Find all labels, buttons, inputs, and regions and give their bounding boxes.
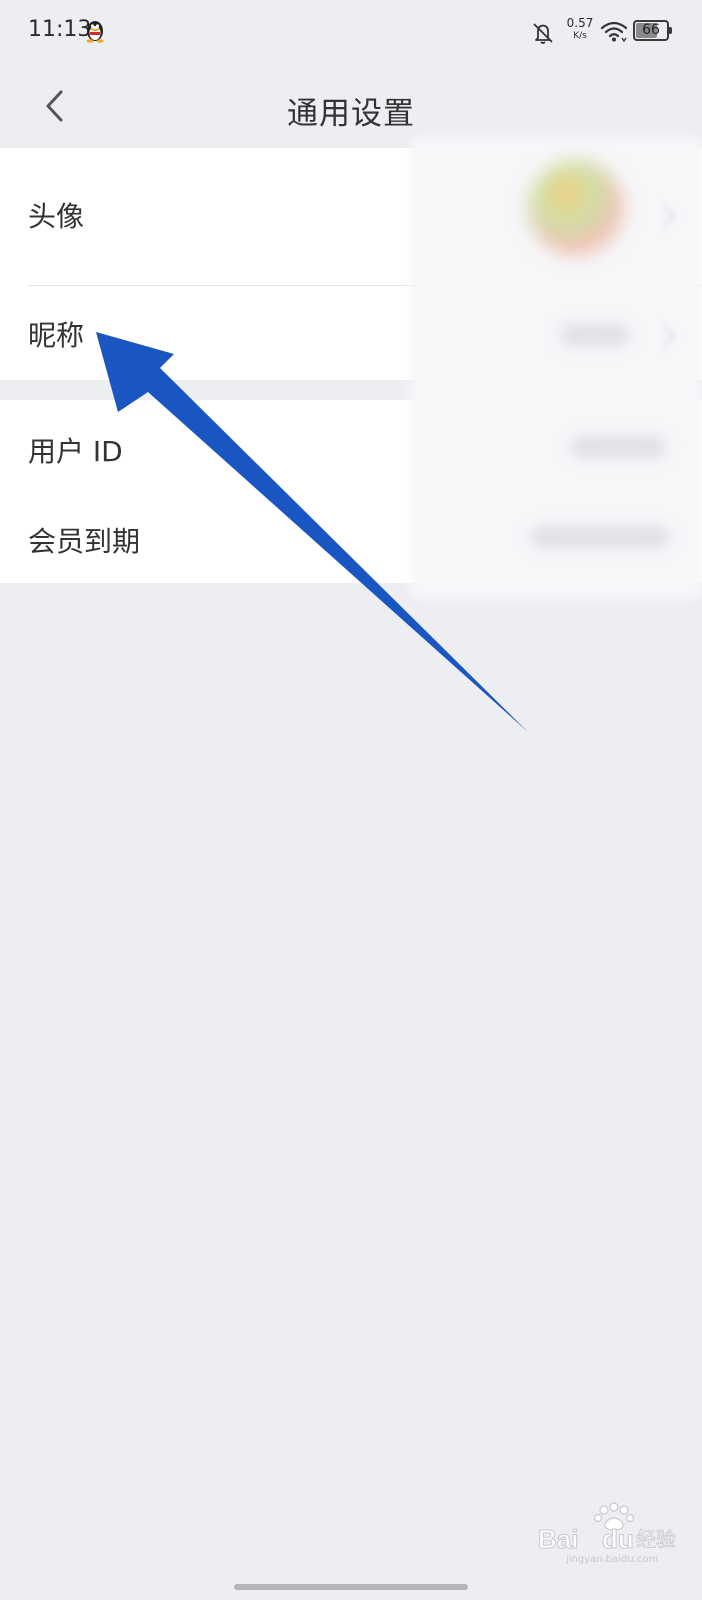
home-indicator[interactable] [234,1584,468,1590]
membership-value [530,526,670,548]
network-speed-unit: K/s [573,31,587,41]
network-speed-value: 0.57 [566,16,594,30]
watermark-url: jingyan.baidu.com [565,1554,658,1565]
network-speed: 0.57 K/s [564,16,596,42]
avatar-image[interactable] [528,160,624,256]
user-id-value [570,436,666,458]
nickname-label: 昵称 [28,319,85,352]
membership-label: 会员到期 [28,525,141,558]
wifi-icon [600,21,628,43]
battery-level: 66 [642,22,660,38]
status-time: 11:13 [28,17,92,42]
watermark-text-2: du [602,1524,634,1554]
user-id-label: 用户 ID [28,435,123,468]
baidu-watermark: Bai du 经验 jingyan.baidu.com [538,1502,676,1565]
status-bar: 11:13 0.57 K/s 66 [0,0,702,66]
bell-muted-icon [533,23,553,44]
nav-header: 通用设置 [0,66,702,146]
qq-icon [86,21,104,43]
watermark-text: Bai [538,1524,578,1554]
nickname-value [560,324,630,346]
avatar-label: 头像 [28,200,85,233]
watermark-cn: 经验 [636,1527,676,1551]
page-title: 通用设置 [287,96,415,132]
battery-icon: 66 [633,20,672,41]
